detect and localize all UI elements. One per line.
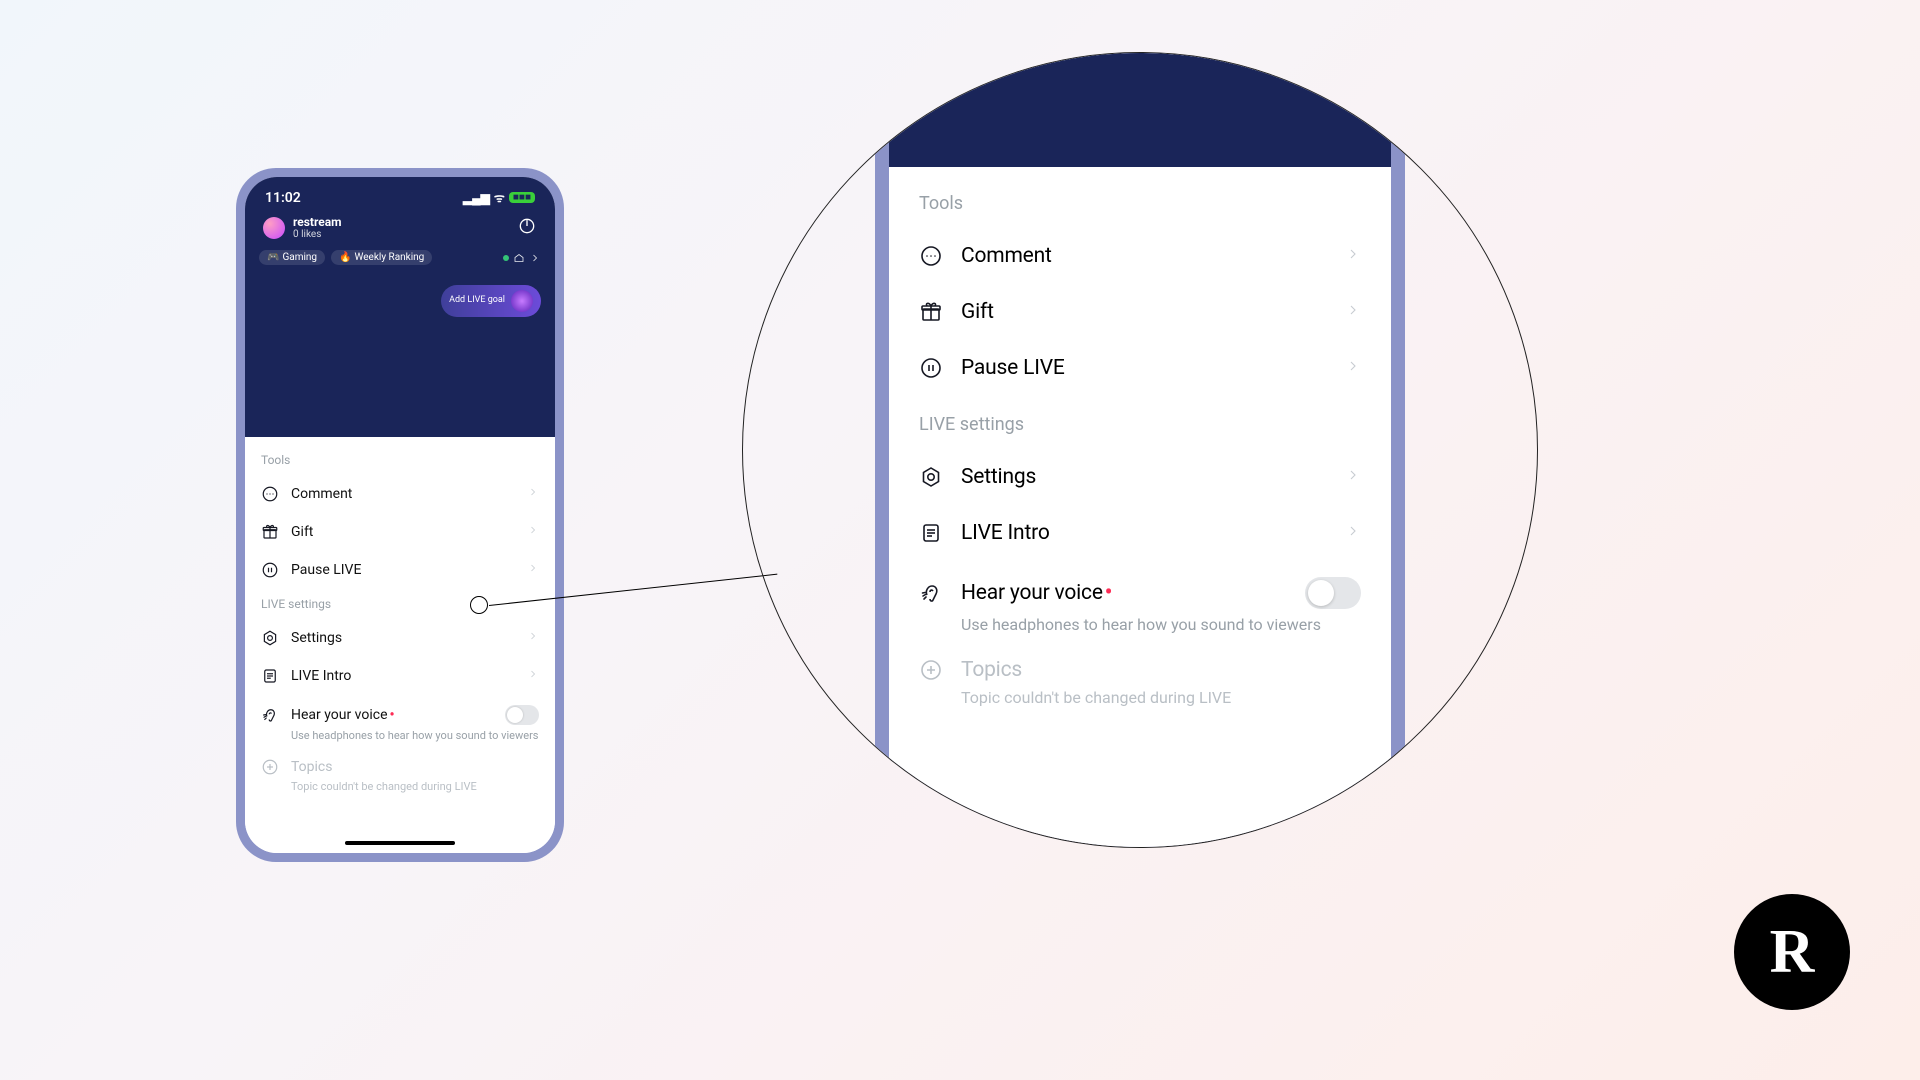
row-gift[interactable]: Gift	[261, 513, 539, 551]
chevron-right-icon	[1345, 358, 1361, 378]
row-pause[interactable]: Pause LIVE	[261, 551, 539, 589]
detail-circle: Tools Comment Gift Pause LIVE LIVE setti	[742, 52, 1538, 848]
big-row-gift-label: Gift	[961, 300, 1327, 324]
big-row-pause[interactable]: Pause LIVE	[919, 340, 1361, 396]
phone-big-screen: Tools Comment Gift Pause LIVE LIVE setti	[889, 52, 1391, 848]
status-right: ▂▄▆ ᯤ ■■■	[463, 189, 535, 206]
header-actions[interactable]	[503, 252, 541, 264]
ear-icon	[919, 581, 943, 605]
pause-icon	[919, 356, 943, 380]
big-hear-voice-sub: Use headphones to hear how you sound to …	[961, 615, 1361, 634]
topics-sub: Topic couldn't be changed during LIVE	[291, 780, 539, 793]
chevron-right-icon	[527, 668, 539, 684]
big-row-gift[interactable]: Gift	[919, 284, 1361, 340]
big-row-pause-label: Pause LIVE	[961, 356, 1327, 380]
comment-icon	[919, 244, 943, 268]
username: restream	[293, 216, 342, 229]
row-intro[interactable]: LIVE Intro	[261, 657, 539, 695]
settings-icon	[261, 629, 279, 647]
row-settings-label: Settings	[291, 630, 515, 646]
settings-icon	[919, 465, 943, 489]
goal-swirl-icon	[511, 290, 533, 312]
big-row-intro[interactable]: LIVE Intro	[919, 505, 1361, 561]
fire-emoji-icon: 🔥	[339, 252, 351, 263]
brand-logo: R	[1734, 894, 1850, 1010]
goal-label: Add LIVE goal	[449, 296, 505, 306]
pause-icon	[261, 561, 279, 579]
brand-letter: R	[1770, 917, 1815, 988]
status-time: 11:02	[265, 190, 301, 206]
status-dot-icon	[503, 255, 509, 261]
chevron-right-icon	[527, 630, 539, 646]
big-row-comment[interactable]: Comment	[919, 228, 1361, 284]
chevron-right-icon	[1345, 246, 1361, 266]
home-icon	[513, 252, 525, 264]
row-comment[interactable]: Comment	[261, 475, 539, 513]
add-live-goal-button[interactable]: Add LIVE goal	[441, 285, 541, 317]
row-comment-label: Comment	[291, 486, 515, 502]
user-row: restream 0 likes	[245, 206, 555, 240]
tag-ranking-label: Weekly Ranking	[355, 252, 425, 263]
big-section-live-settings: LIVE settings	[919, 414, 1361, 435]
phone-big-frame: Tools Comment Gift Pause LIVE LIVE setti	[875, 52, 1405, 848]
chevron-right-icon	[527, 486, 539, 502]
big-section-tools: Tools	[919, 193, 1361, 214]
chevron-right-icon	[1345, 302, 1361, 322]
hear-voice-toggle[interactable]	[505, 705, 539, 725]
big-row-settings[interactable]: Settings	[919, 449, 1361, 505]
new-dot-icon: •	[390, 707, 395, 723]
row-pause-label: Pause LIVE	[291, 562, 515, 578]
phone-small-screen: 11:02 ▂▄▆ ᯤ ■■■ restream 0 likes	[245, 177, 555, 853]
settings-panel: Tools Comment Gift Pause LIVE LIVE setti…	[245, 437, 555, 853]
tag-ranking[interactable]: 🔥 Weekly Ranking	[331, 250, 432, 265]
section-tools: Tools	[261, 453, 539, 467]
big-hear-voice-toggle[interactable]	[1305, 577, 1361, 609]
big-row-hear-label: Hear your voice•	[961, 581, 1287, 605]
chevron-right-icon	[527, 562, 539, 578]
comment-icon	[261, 485, 279, 503]
status-bar: 11:02 ▂▄▆ ᯤ ■■■	[245, 177, 555, 206]
row-settings[interactable]: Settings	[261, 619, 539, 657]
row-hear-label: Hear your voice•	[291, 707, 493, 723]
tag-gaming[interactable]: 🎮Gaming	[259, 250, 325, 265]
signal-icon: ▂▄▆	[463, 191, 490, 205]
row-topics-label: Topics	[291, 759, 539, 775]
home-indicator[interactable]	[345, 841, 455, 845]
big-topics-sub: Topic couldn't be changed during LIVE	[961, 688, 1361, 707]
big-row-settings-label: Settings	[961, 465, 1327, 489]
gaming-emoji-icon: 🎮	[267, 252, 279, 263]
row-intro-label: LIVE Intro	[291, 668, 515, 684]
big-header	[889, 52, 1391, 167]
chevron-right-icon	[1345, 523, 1361, 543]
wifi-icon: ᯤ	[494, 189, 505, 206]
big-row-intro-label: LIVE Intro	[961, 521, 1327, 545]
intro-icon	[919, 521, 943, 545]
gift-icon	[919, 300, 943, 324]
phone-small-frame: 11:02 ▂▄▆ ᯤ ■■■ restream 0 likes	[236, 168, 564, 862]
power-button[interactable]	[517, 216, 537, 240]
plus-circle-icon	[261, 758, 279, 776]
tags-row: 🎮Gaming 🔥 Weekly Ranking	[245, 240, 555, 265]
big-settings-panel: Tools Comment Gift Pause LIVE LIVE setti	[889, 167, 1391, 848]
chevron-right-icon	[1345, 467, 1361, 487]
new-dot-icon: •	[1105, 581, 1112, 605]
tag-gaming-label: Gaming	[282, 252, 317, 263]
gift-icon	[261, 523, 279, 541]
connector-dot	[470, 596, 488, 614]
big-row-topics-label: Topics	[961, 658, 1361, 682]
live-header: 11:02 ▂▄▆ ᯤ ■■■ restream 0 likes	[245, 177, 555, 437]
big-row-comment-label: Comment	[961, 244, 1327, 268]
battery-icon: ■■■	[509, 192, 535, 203]
chevron-right-icon	[529, 252, 541, 264]
ear-icon	[261, 706, 279, 724]
row-gift-label: Gift	[291, 524, 515, 540]
avatar	[263, 217, 285, 239]
plus-circle-icon	[919, 658, 943, 682]
chevron-right-icon	[527, 524, 539, 540]
intro-icon	[261, 667, 279, 685]
user-info[interactable]: restream 0 likes	[263, 216, 342, 240]
likes-count: 0 likes	[293, 229, 342, 240]
hear-voice-sub: Use headphones to hear how you sound to …	[291, 729, 539, 742]
